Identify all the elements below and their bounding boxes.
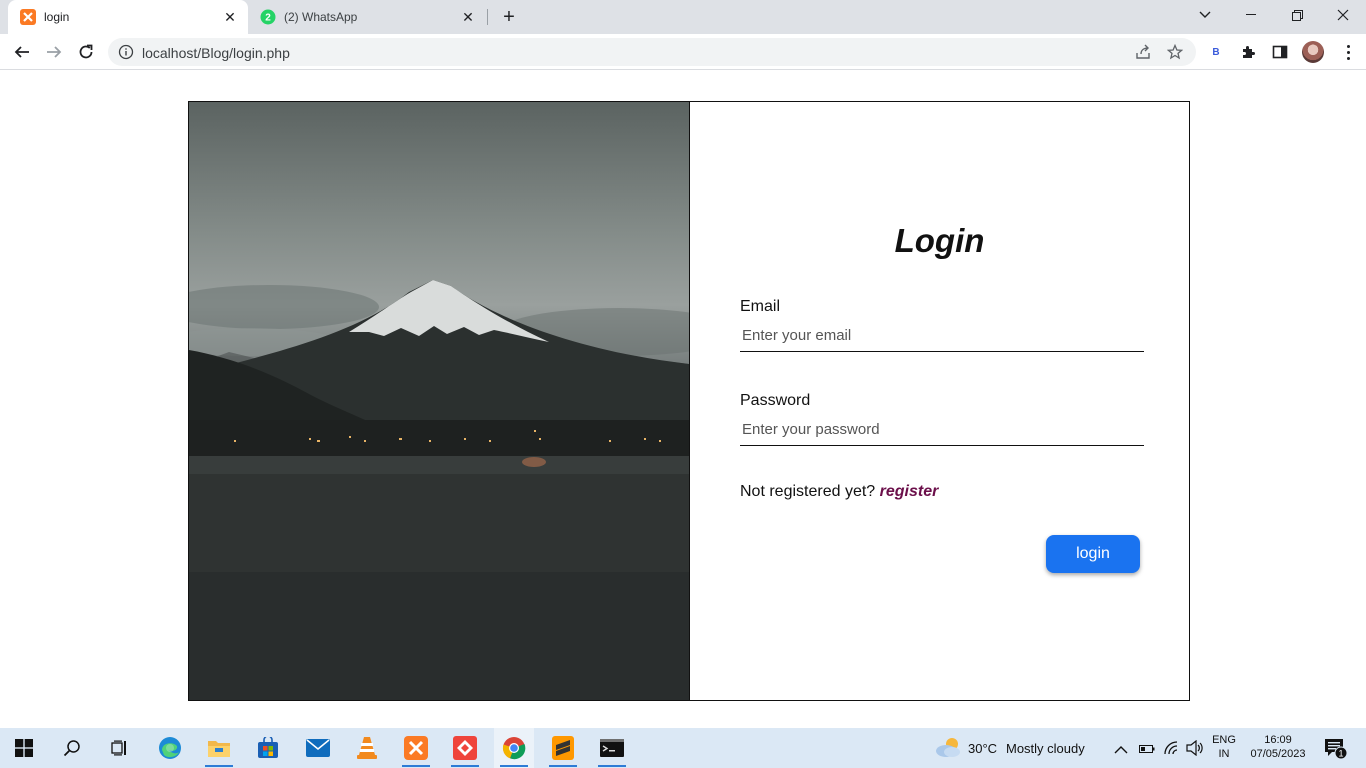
search-icon[interactable] [52,728,92,768]
register-link[interactable]: register [880,483,939,500]
password-field[interactable] [740,414,1144,446]
address-bar[interactable]: localhost/Blog/login.php [108,38,1196,66]
mail-icon[interactable] [298,728,338,768]
whatsapp-badge: 2 [265,13,271,24]
xampp-icon [20,9,36,25]
volume-icon[interactable] [1186,739,1204,761]
register-prompt: Not registered yet? [740,483,876,500]
store-icon[interactable] [248,728,288,768]
login-form: Login Email Password Not registered yet?… [689,102,1189,700]
extension-b-icon[interactable]: B [1207,43,1225,61]
chrome-icon[interactable] [494,728,534,768]
login-button[interactable]: login [1046,535,1140,573]
tab-strip: login ✕ 2 (2) WhatsApp ✕ + [0,0,1366,34]
reload-icon [79,44,93,59]
forward-arrow-icon [47,46,62,58]
minimize-button[interactable] [1228,0,1274,30]
forward-button[interactable] [40,38,68,66]
extensions-puzzle-icon[interactable] [1239,43,1257,61]
wifi-icon[interactable] [1163,740,1179,761]
task-view-icon[interactable] [100,728,140,768]
language-indicator[interactable]: ENG IN [1210,733,1238,761]
tab-login[interactable]: login ✕ [8,0,248,34]
reload-button[interactable] [72,38,100,66]
tab-title: login [44,10,70,24]
page-title: Login [894,222,985,259]
site-info-icon[interactable] [118,44,134,60]
back-button[interactable] [8,38,36,66]
email-label: Email [740,298,781,315]
side-panel-icon[interactable] [1271,43,1289,61]
tab-separator [487,9,488,25]
clock-time: 16:09 [1264,734,1292,746]
restore-button[interactable] [1274,0,1320,30]
password-label: Password [740,392,811,409]
notification-icon[interactable]: 1 [1324,738,1348,765]
browser-toolbar: localhost/Blog/login.php B [0,34,1366,70]
back-arrow-icon [14,46,29,58]
start-icon[interactable] [4,728,44,768]
close-window-button[interactable] [1320,0,1366,30]
edge-icon[interactable] [150,728,190,768]
bookmark-star-icon[interactable] [1166,43,1184,61]
close-icon[interactable]: ✕ [220,7,240,27]
file-explorer-icon[interactable] [199,728,239,768]
share-icon[interactable] [1134,43,1152,61]
notification-count: 1 [1338,749,1343,759]
url-text: localhost/Blog/login.php [142,45,290,61]
close-icon[interactable]: ✕ [458,7,478,27]
battery-icon[interactable] [1139,742,1155,760]
weather-temp: 30°C [968,741,998,756]
browser-menu-icon[interactable] [1340,41,1356,63]
tab-title: (2) WhatsApp [284,10,358,24]
anydesk-icon[interactable] [445,728,485,768]
chevron-up-icon[interactable] [1114,742,1128,760]
sublime-icon[interactable] [543,728,583,768]
weather-cloud-icon[interactable] [934,736,962,763]
xampp-taskbar-icon[interactable] [396,728,436,768]
tab-whatsapp[interactable]: 2 (2) WhatsApp ✕ [250,0,486,34]
page-content: Login Email Password Not registered yet?… [0,71,1366,728]
whatsapp-icon: 2 [260,9,276,25]
email-field[interactable] [740,320,1144,352]
new-tab-button[interactable]: + [498,6,520,28]
language-code: ENG [1212,734,1236,746]
clock-date: 07/05/2023 [1250,748,1306,760]
weather-desc: Mostly cloudy [1006,741,1085,756]
mountain-lake-image [189,102,689,700]
login-card: Login Email Password Not registered yet?… [188,101,1190,701]
tab-search-chevron-icon[interactable] [1182,0,1228,30]
vlc-icon[interactable] [347,728,387,768]
windows-taskbar: 30°C Mostly cloudy ENG IN 16:09 07/05/20… [0,728,1366,768]
terminal-icon[interactable] [592,728,632,768]
region-code: IN [1218,748,1230,760]
profile-avatar[interactable] [1302,41,1324,63]
clock[interactable]: 16:09 07/05/2023 [1246,733,1310,761]
register-prompt-line: Not registered yet? register [740,483,938,501]
